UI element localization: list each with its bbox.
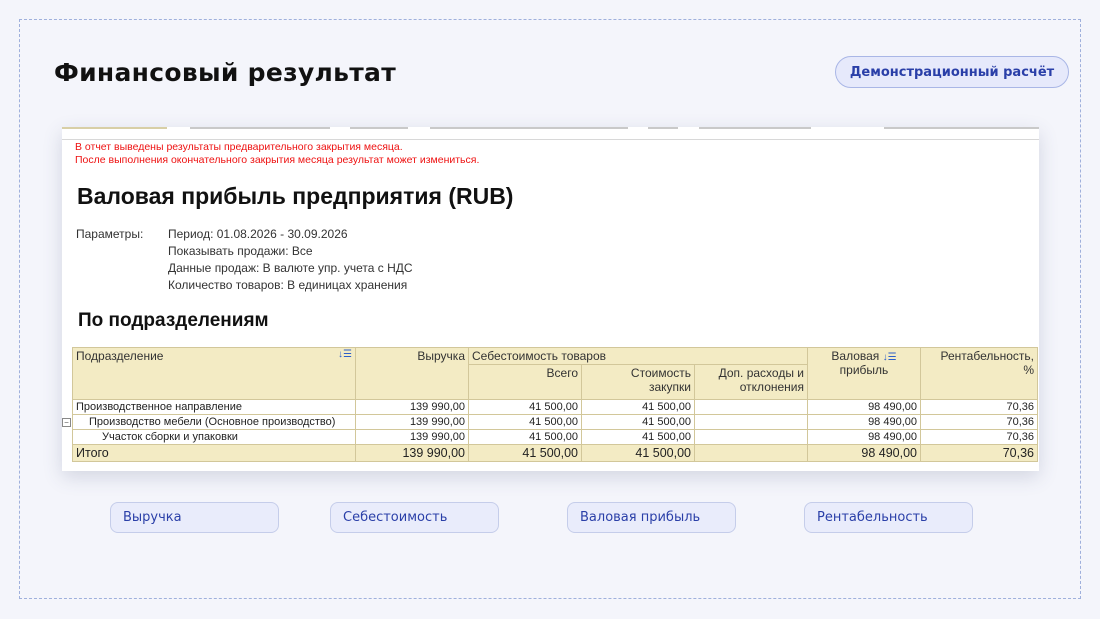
toolbar-segment	[62, 127, 167, 129]
cell-margin: 70,36	[920, 399, 1038, 415]
col-header-margin[interactable]: Рентабельность, %	[920, 347, 1038, 400]
cell-cost-total: 41 500,00	[468, 429, 582, 445]
sort-icon[interactable]: ↓☰	[338, 349, 352, 360]
toolbar-segment	[648, 127, 678, 129]
cell-revenue: 139 990,00	[355, 399, 469, 415]
toolbar-segment	[884, 127, 1039, 129]
cell-cost-purchase: 41 500,00	[581, 414, 695, 430]
toolbar-segment	[699, 127, 811, 129]
cell-division: Участок сборки и упаковки	[72, 429, 356, 445]
toolbar-segment	[190, 127, 330, 129]
toolbar-strip	[62, 127, 1039, 140]
col-header-gross[interactable]: Валовая ↓☰ прибыль	[807, 347, 921, 400]
col-header-cost-total[interactable]: Всего	[468, 364, 582, 400]
cell-cost-total: 41 500,00	[468, 414, 582, 430]
toolbar-segment	[430, 127, 628, 129]
tag-revenue[interactable]: Выручка	[110, 502, 279, 533]
tag-cost[interactable]: Себестоимость	[330, 502, 499, 533]
report-screenshot: В отчет выведены результаты предваритель…	[62, 127, 1039, 471]
col-header-label: Доп. расходы и	[718, 366, 804, 380]
cell-division: Производственное направление	[72, 399, 356, 415]
col-header-label: Стоимость	[630, 366, 691, 380]
cell-revenue: 139 990,00	[355, 429, 469, 445]
warning-text: В отчет выведены результаты предваритель…	[75, 141, 403, 153]
cell-margin: 70,36	[920, 444, 1038, 462]
toolbar-segment	[350, 127, 408, 129]
cell-margin: 70,36	[920, 429, 1038, 445]
cell-gross: 98 490,00	[807, 444, 921, 462]
col-header-label: отклонения	[739, 380, 804, 394]
col-header-label: %	[1023, 363, 1034, 377]
cell-cost-purchase: 41 500,00	[581, 444, 695, 462]
cell-cost-total: 41 500,00	[468, 399, 582, 415]
cell-division: Итого	[72, 444, 356, 462]
table-header-row: Подразделение ↓☰ Выручка Себестоимость т…	[72, 347, 1038, 400]
table-row[interactable]: Производство мебели (Основное производст…	[72, 414, 1038, 430]
report-title: Валовая прибыль предприятия (RUB)	[77, 183, 514, 209]
cell-margin: 70,36	[920, 414, 1038, 430]
warning-text: После выполнения окончательного закрытия…	[75, 154, 480, 166]
param-currency: Данные продаж: В валюте упр. учета с НДС	[168, 261, 413, 275]
cell-cost-total: 41 500,00	[468, 444, 582, 462]
table-row[interactable]: Производственное направление 139 990,00 …	[72, 399, 1038, 415]
col-header-extra[interactable]: Доп. расходы и отклонения	[694, 364, 808, 400]
col-header-label: прибыль	[839, 363, 889, 377]
cell-cost-purchase: 41 500,00	[581, 399, 695, 415]
table-total-row: Итого 139 990,00 41 500,00 41 500,00 98 …	[72, 444, 1038, 462]
col-header-label: Валовая	[831, 349, 880, 363]
cell-gross: 98 490,00	[807, 399, 921, 415]
param-period: Период: 01.08.2026 - 30.09.2026	[168, 227, 348, 241]
collapse-toggle-icon[interactable]: −	[62, 418, 71, 427]
cell-extra	[694, 444, 808, 462]
param-quantity: Количество товаров: В единицах хранения	[168, 278, 408, 292]
cell-revenue: 139 990,00	[355, 444, 469, 462]
demo-badge-button[interactable]: Демонстрационный расчёт	[835, 56, 1069, 88]
col-header-label: Рентабельность,	[940, 349, 1034, 363]
tag-margin[interactable]: Рентабельность	[804, 502, 973, 533]
cell-extra	[694, 399, 808, 415]
cell-extra	[694, 429, 808, 445]
col-header-label: Подразделение	[76, 349, 164, 363]
section-title: По подразделениям	[78, 310, 269, 331]
table-row[interactable]: Участок сборки и упаковки 139 990,00 41 …	[72, 429, 1038, 445]
page-title: Финансовый результат	[54, 58, 397, 87]
col-header-revenue[interactable]: Выручка	[355, 347, 469, 400]
cell-extra	[694, 414, 808, 430]
cell-division: Производство мебели (Основное производст…	[72, 414, 356, 430]
col-header-label: закупки	[648, 380, 691, 394]
col-header-cost-group: Себестоимость товаров	[468, 347, 808, 365]
col-header-cost-purchase[interactable]: Стоимость закупки	[581, 364, 695, 400]
sort-icon[interactable]: ↓☰	[883, 352, 897, 363]
tag-gross-profit[interactable]: Валовая прибыль	[567, 502, 736, 533]
cell-gross: 98 490,00	[807, 429, 921, 445]
param-sales: Показывать продажи: Все	[168, 244, 313, 258]
cell-cost-purchase: 41 500,00	[581, 429, 695, 445]
params-label: Параметры:	[76, 227, 144, 241]
report-table: Подразделение ↓☰ Выручка Себестоимость т…	[72, 347, 1038, 462]
col-header-division[interactable]: Подразделение ↓☰	[72, 347, 356, 400]
cell-revenue: 139 990,00	[355, 414, 469, 430]
cell-gross: 98 490,00	[807, 414, 921, 430]
